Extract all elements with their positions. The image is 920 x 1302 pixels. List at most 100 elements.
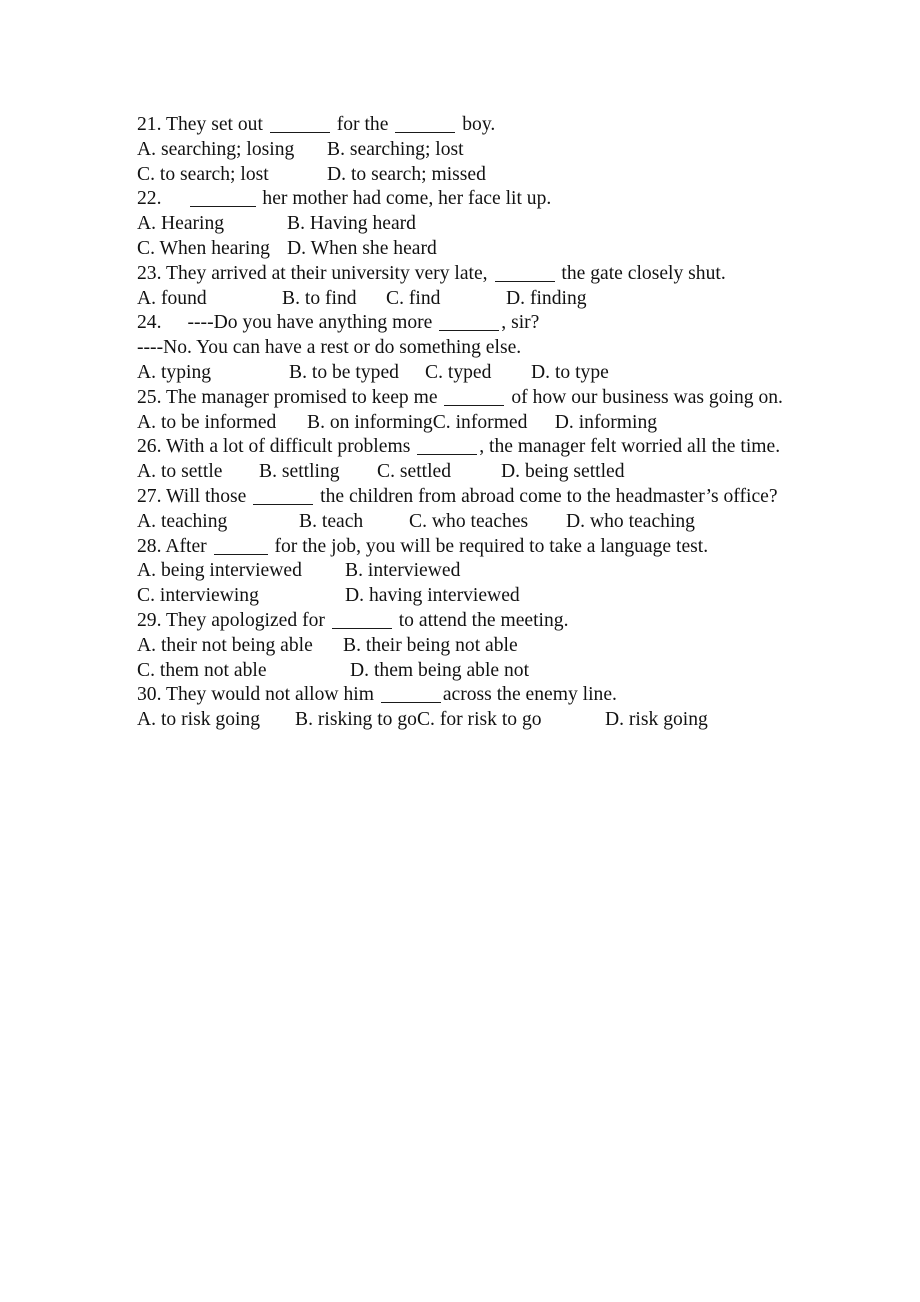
option-28-D[interactable]: D. having interviewed [345,584,520,609]
option-text-24-A: typing [160,361,212,383]
option-label-21-D: D. [327,163,347,185]
option-text-30-A: to risk going [160,709,261,731]
option-label-27-B: B. [299,510,317,532]
option-29-A[interactable]: A. their not being able [137,634,343,659]
option-29-D[interactable]: D. them being able not [350,659,529,684]
question-text-21-b: for the [336,114,389,135]
option-24-C[interactable]: C. typed [425,361,531,386]
option-27-C[interactable]: C. who teaches [409,510,566,535]
option-21-B[interactable]: B. searching; lost [327,138,464,163]
option-24-B[interactable]: B. to be typed [289,361,425,386]
question-text-28-b: for the job, you will be required to tak… [274,535,709,557]
question-stem-24: 24. ----Do you have anything more , sir? [137,311,783,336]
option-27-D[interactable]: D. who teaching [566,510,695,535]
option-22-C[interactable]: C. When hearing [137,237,287,262]
question-stem-22: 22. her mother had come, her face lit up… [137,187,783,212]
question-text-25-b: of how our business was going on. [511,386,783,408]
option-23-C[interactable]: C. find [386,287,506,312]
option-text-26-C: settled [399,461,452,483]
question-stem-27: 27. Will those the children from abroad … [137,485,783,510]
question-stem-28: 28. After for the job, you will be requi… [137,535,783,560]
option-text-21-D: to search; missed [350,163,486,185]
question-stem-24-line2: ----No. You can have a rest or do someth… [137,336,783,361]
option-23-D[interactable]: D. finding [506,287,587,312]
option-label-30-C: C. [416,709,435,731]
option-text-25-A: to be informed [160,411,277,433]
option-text-22-B: Having heard [309,213,416,235]
option-29-C[interactable]: C. them not able [137,659,350,684]
option-text-27-D: who teaching [589,510,695,532]
option-22-A[interactable]: A. Hearing [137,212,287,237]
answer-blank-24-1[interactable] [439,330,500,332]
option-30-A[interactable]: A. to risk going [137,708,295,733]
option-text-30-C: for risk to go [439,709,542,731]
options-row-30-1: A. to risk going B. risking to goC. for r… [137,708,783,733]
question-number-30: 30. [137,684,162,706]
option-21-C[interactable]: C. to search; lost [137,163,327,188]
option-30-C[interactable]: C. for risk to go [417,708,605,733]
option-label-30-D: D. [604,709,624,731]
option-label-24-B: B. [289,361,307,383]
option-21-D[interactable]: D. to search; missed [327,163,486,188]
answer-blank-29-1[interactable] [331,627,392,629]
option-28-B[interactable]: B. interviewed [345,559,460,584]
question-text-22: her mother had come, her face lit up. [262,188,552,210]
answer-blank-22-1[interactable] [189,206,256,208]
option-26-A[interactable]: A. to settle [137,460,259,485]
question-number-27: 27. [137,485,162,507]
option-label-27-C: C. [409,510,427,532]
option-27-A[interactable]: A. teaching [137,510,299,535]
option-text-26-D: being settled [524,461,625,483]
option-30-D[interactable]: D. risk going [605,708,708,733]
option-27-B[interactable]: B. teach [299,510,409,535]
question-stem-25: 25. The manager promised to keep me of h… [137,386,783,411]
option-label-27-D: D. [566,510,586,532]
option-24-D[interactable]: D. to type [531,361,609,386]
option-text-27-A: teaching [160,510,228,532]
question-text-30-b: across the enemy line. [442,684,617,706]
option-22-D[interactable]: D. When she heard [287,237,437,262]
option-25-B[interactable]: B. on informing [307,411,433,436]
option-26-D[interactable]: D. being settled [501,460,625,485]
option-label-27-A: A. [137,510,157,532]
answer-blank-21-1[interactable] [269,132,330,133]
question-text-30-a: They would not allow him [166,684,374,706]
option-label-25-B: B. [307,411,325,433]
option-label-22-C: C. [137,237,155,259]
option-label-28-B: B. [345,560,363,582]
answer-blank-27-1[interactable] [253,503,314,505]
option-28-C[interactable]: C. interviewing [137,584,345,609]
option-label-21-C: C. [137,163,155,185]
option-29-B[interactable]: B. their being not able [343,634,518,659]
option-25-C[interactable]: C. informed [433,411,555,436]
answer-blank-25-1[interactable] [444,404,505,406]
option-label-23-B: B. [282,287,300,309]
option-26-B[interactable]: B. settling [259,460,377,485]
option-text-23-C: find [408,287,441,309]
option-30-B[interactable]: B. risking to go [295,708,417,733]
option-label-29-A: A. [137,634,157,656]
answer-blank-21-2[interactable] [395,132,456,133]
options-row-29-1: A. their not being able B. their being no… [137,634,783,659]
option-text-30-B: risking to go [317,709,417,731]
option-28-A[interactable]: A. being interviewed [137,559,345,584]
question-text-27-b: the children from abroad come to the hea… [320,485,778,507]
answer-blank-23-1[interactable] [494,280,555,282]
answer-blank-30-1[interactable] [380,702,441,704]
option-25-A[interactable]: A. to be informed [137,411,307,436]
option-23-B[interactable]: B. to find [282,287,386,312]
option-24-A[interactable]: A. typing [137,361,289,386]
answer-blank-28-1[interactable] [213,553,268,555]
option-23-A[interactable]: A. found [137,287,282,312]
answer-blank-26-1[interactable] [417,454,478,456]
option-25-D[interactable]: D. informing [555,411,657,436]
option-21-A[interactable]: A. searching; losing [137,138,327,163]
option-text-24-D: to type [554,361,609,383]
option-26-C[interactable]: C. settled [377,460,501,485]
option-text-24-C: typed [447,361,492,383]
option-22-B[interactable]: B. Having heard [287,212,416,237]
option-label-21-A: A. [137,138,157,160]
option-text-21-B: searching; lost [349,138,464,160]
option-text-26-A: to settle [160,461,223,483]
question-stem-21: 21. They set out for the boy. [137,113,783,138]
